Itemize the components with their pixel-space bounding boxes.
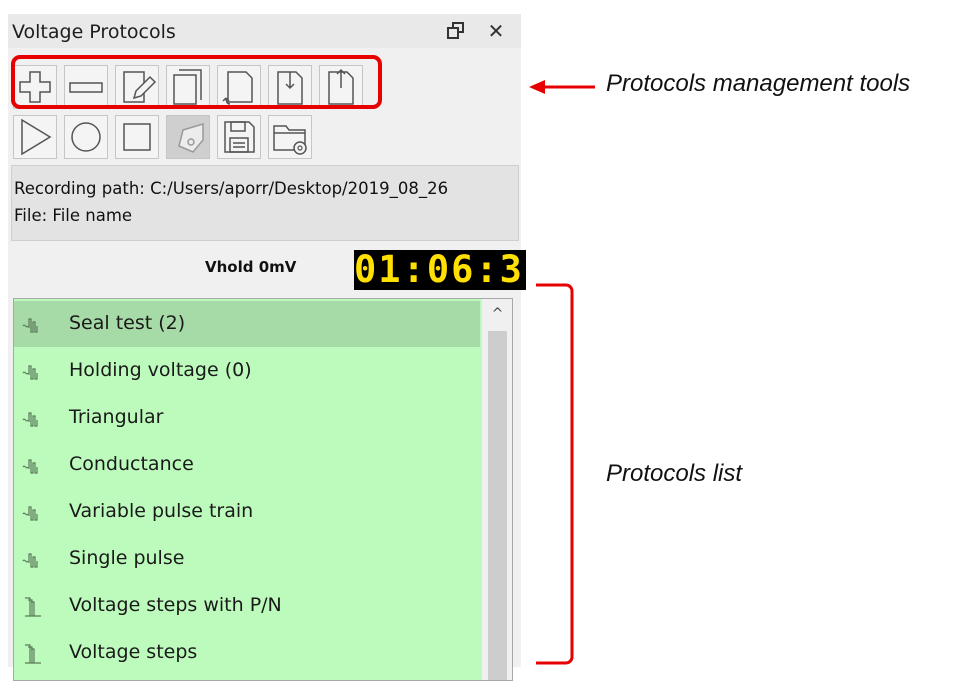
voltage-protocols-panel: Voltage Protocols ✕ Recording path: C:/U… [8, 14, 526, 681]
waveform-icon [22, 459, 38, 474]
list-item-label: Variable pulse train [69, 500, 254, 522]
panel-title: Voltage Protocols [12, 21, 176, 43]
list-item-label: Seal test (2) [69, 312, 186, 334]
list-item[interactable]: Variable pulse train [14, 489, 480, 535]
tag-button[interactable] [166, 115, 210, 159]
list-item[interactable]: Voltage steps with P/N [14, 583, 480, 629]
protocols-list[interactable]: Seal test (2) Holding voltage (0) Triang… [13, 298, 513, 681]
record-button[interactable] [64, 115, 108, 159]
file-name-label: File: File name [14, 206, 133, 225]
scroll-up-icon[interactable]: ^ [482, 299, 512, 329]
play-icon [21, 118, 52, 156]
close-icon[interactable]: ✕ [485, 20, 507, 42]
scrollbar-thumb[interactable] [488, 331, 507, 680]
step-icon [25, 644, 41, 664]
list-item[interactable]: Conductance [14, 442, 480, 488]
step-icon [25, 597, 41, 617]
arrow-left-icon [529, 80, 595, 94]
list-item[interactable]: Holding voltage (0) [14, 348, 480, 394]
right-bracket-icon [536, 283, 574, 665]
waveform-icon [22, 412, 38, 427]
save-icon [224, 121, 255, 153]
list-item-label: Single pulse [69, 547, 185, 569]
folder-settings-button[interactable] [268, 115, 312, 159]
panel-titlebar: Voltage Protocols ✕ [8, 14, 521, 48]
list-item[interactable]: Seal test (2) [14, 301, 480, 347]
vhold-label: Vhold 0mV [205, 258, 297, 276]
tag-icon [178, 122, 204, 153]
list-scrollbar[interactable]: ^ [482, 299, 512, 680]
list-item[interactable]: Voltage steps [14, 630, 480, 676]
list-item-label: Conductance [69, 453, 194, 475]
list-item[interactable]: Single pulse [14, 536, 480, 582]
list-item[interactable]: Triangular [14, 395, 480, 441]
play-button[interactable] [13, 115, 57, 159]
waveform-icon [22, 553, 38, 568]
waveform-icon [22, 506, 38, 521]
circle-icon [71, 122, 101, 152]
folder-gear-icon [273, 125, 307, 155]
list-item-label: Triangular [69, 406, 164, 428]
list-item-label: Holding voltage (0) [69, 359, 252, 381]
float-window-icon[interactable] [445, 20, 467, 42]
elapsed-time-display: 01:06:37 [354, 250, 526, 290]
management-tools-highlight [11, 55, 382, 109]
recording-info-box: Recording path: C:/Users/aporr/Desktop/2… [11, 165, 519, 241]
save-button[interactable] [217, 115, 261, 159]
list-item-label: Voltage steps [69, 641, 198, 663]
waveform-icon [22, 365, 38, 380]
list-item-label: Voltage steps with P/N [69, 594, 282, 616]
waveform-icon [22, 318, 38, 333]
annotation-tools-label: Protocols management tools [606, 70, 911, 97]
recording-path-label: Recording path: C:/Users/aporr/Desktop/2… [14, 179, 449, 198]
annotation-list-label: Protocols list [606, 460, 743, 487]
square-icon [123, 123, 151, 151]
stop-button[interactable] [115, 115, 159, 159]
